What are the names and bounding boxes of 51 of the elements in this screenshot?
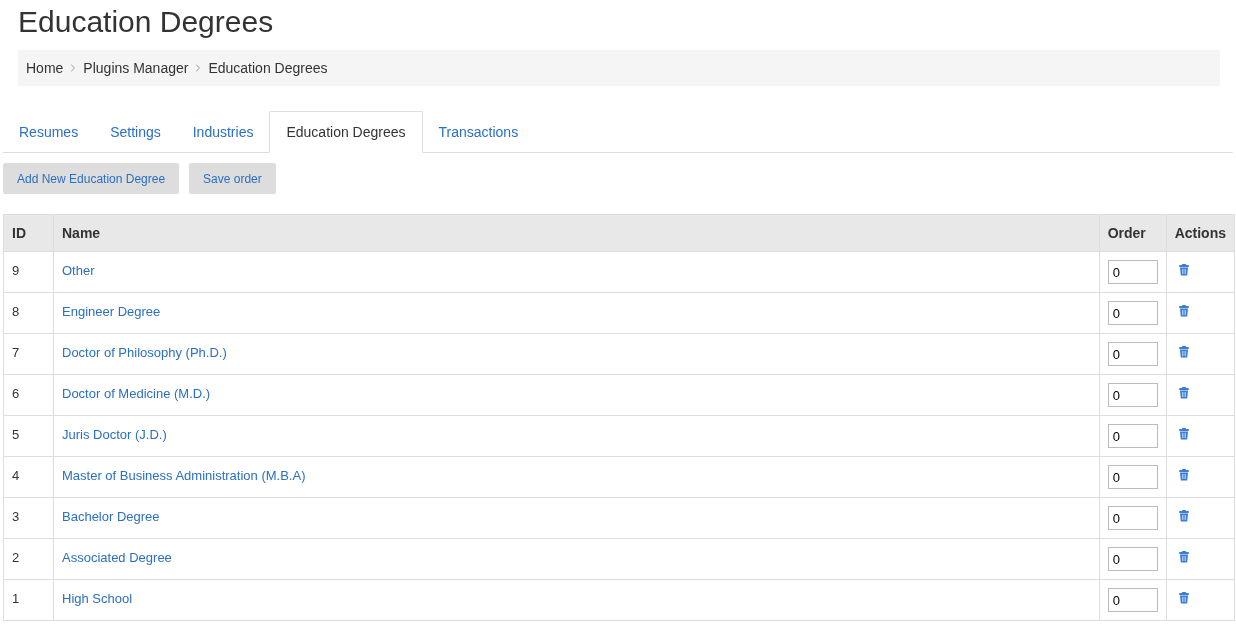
page-title: Education Degrees xyxy=(17,4,275,40)
order-field[interactable]: 0 xyxy=(1107,465,1158,489)
order-field[interactable]: 0 xyxy=(1107,342,1158,366)
id-cell: 5 xyxy=(3,415,54,457)
action-button[interactable]: Add New Education Degree xyxy=(3,163,180,194)
column-header: ID xyxy=(3,214,54,252)
trash-icon[interactable] xyxy=(1178,264,1189,276)
order-field[interactable]: 0 xyxy=(1107,260,1158,284)
degree-link[interactable]: Doctor of Medicine (M.D.) xyxy=(62,386,211,401)
id-cell: 4 xyxy=(3,456,54,498)
degree-link[interactable]: Engineer Degree xyxy=(62,304,161,319)
id-cell: 1 xyxy=(3,579,54,621)
order-field[interactable]: 0 xyxy=(1107,547,1158,571)
order-field[interactable]: 0 xyxy=(1107,383,1158,407)
tab[interactable]: Settings xyxy=(94,111,177,153)
action-button[interactable]: Save order xyxy=(189,163,276,194)
breadcrumb-link[interactable]: Home xyxy=(26,57,64,79)
id-cell: 7 xyxy=(3,333,54,375)
order-field[interactable]: 0 xyxy=(1107,506,1158,530)
id-cell: 9 xyxy=(3,251,54,293)
degree-link[interactable]: Bachelor Degree xyxy=(62,509,160,524)
tab[interactable]: Industries xyxy=(176,111,270,153)
trash-icon[interactable] xyxy=(1178,469,1189,481)
trash-icon[interactable] xyxy=(1178,346,1189,358)
degree-link[interactable]: Master of Business Administration (M.B.A) xyxy=(62,468,306,483)
id-cell: 2 xyxy=(3,538,54,580)
trash-icon[interactable] xyxy=(1178,510,1189,522)
tab[interactable]: Education Degrees xyxy=(269,111,423,153)
order-field[interactable]: 0 xyxy=(1107,588,1158,612)
degree-link[interactable]: High School xyxy=(62,591,133,606)
order-field[interactable]: 0 xyxy=(1107,424,1158,448)
trash-icon[interactable] xyxy=(1178,428,1189,440)
degree-link[interactable]: Other xyxy=(62,263,95,278)
id-cell: 6 xyxy=(3,374,54,416)
column-header: Name xyxy=(53,214,1100,252)
breadcrumb-link[interactable]: Education Degrees xyxy=(208,57,328,79)
id-cell: 8 xyxy=(3,292,54,334)
tab[interactable]: Transactions xyxy=(422,111,535,153)
order-field[interactable]: 0 xyxy=(1107,301,1158,325)
trash-icon[interactable] xyxy=(1178,551,1189,563)
trash-icon[interactable] xyxy=(1178,592,1189,604)
column-header: Order xyxy=(1099,214,1167,252)
degree-link[interactable]: Associated Degree xyxy=(62,550,172,565)
tab[interactable]: Resumes xyxy=(3,111,95,153)
degree-link[interactable]: Juris Doctor (J.D.) xyxy=(62,427,167,442)
breadcrumb-link[interactable]: Plugins Manager xyxy=(83,57,189,79)
trash-icon[interactable] xyxy=(1178,305,1189,317)
degree-link[interactable]: Doctor of Philosophy (Ph.D.) xyxy=(62,345,227,360)
trash-icon[interactable] xyxy=(1178,387,1189,399)
id-cell: 3 xyxy=(3,497,54,539)
column-header: Actions xyxy=(1166,214,1235,252)
